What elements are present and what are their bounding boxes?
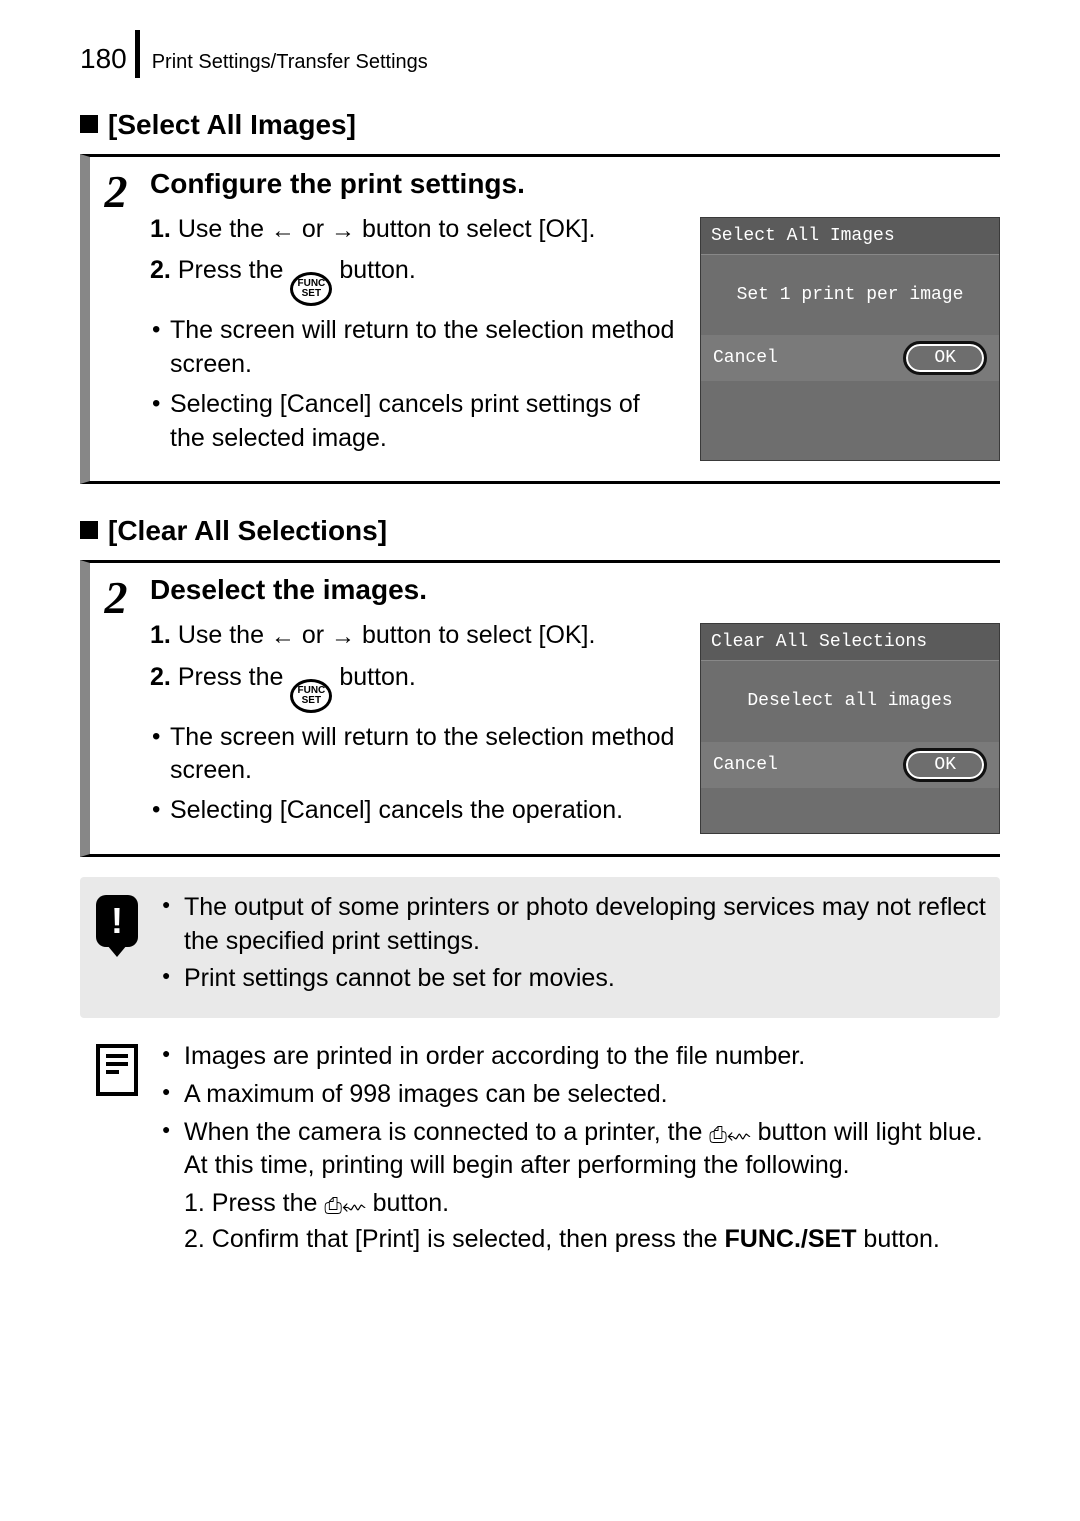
info-icon <box>92 1040 142 1261</box>
section-heading-clear-all: [Clear All Selections] <box>80 512 1000 550</box>
text-fragment: button. <box>366 1189 449 1217</box>
print-transfer-icon: ⎙⇜ <box>324 1195 365 1217</box>
text-fragment: button. <box>332 256 415 284</box>
func-set-button-icon: FUNCSET <box>290 272 332 306</box>
warning-icon: ! <box>92 891 142 1000</box>
bullet-item: Selecting [Cancel] cancels print setting… <box>150 388 676 456</box>
memo-icon <box>96 1044 138 1096</box>
info-item: Images are printed in order according to… <box>162 1040 988 1074</box>
step-text: 1. Use the ← or → button to select [OK].… <box>150 619 676 834</box>
text-fragment: Use the <box>178 621 271 649</box>
lcd-title: Clear All Selections <box>701 624 999 661</box>
bullet-item: Selecting [Cancel] cancels the operation… <box>150 794 676 828</box>
ordered-item-1: 1. Use the ← or → button to select [OK]. <box>150 619 676 653</box>
right-arrow-icon: → <box>331 215 355 247</box>
sub-item-2: 2. Confirm that [Print] is selected, the… <box>184 1223 988 1257</box>
info-item: A maximum of 998 images can be selected. <box>162 1078 988 1112</box>
func-set-bold: FUNC./SET <box>725 1225 857 1253</box>
warning-note: ! The output of some printers or photo d… <box>80 877 1000 1018</box>
text-fragment: Press the <box>178 663 291 691</box>
step-title: Deselect the images. <box>150 571 1000 609</box>
ordered-item-1: 1. Use the ← or → button to select [OK]. <box>150 213 676 247</box>
warning-item: The output of some printers or photo dev… <box>162 891 988 959</box>
square-bullet-icon <box>80 521 98 539</box>
text-fragment: button. <box>856 1225 939 1253</box>
lcd-ok-button: OK <box>903 748 987 782</box>
text-fragment: Press the <box>178 256 291 284</box>
text-fragment: or <box>295 621 331 649</box>
item-number: 2. <box>150 256 171 284</box>
func-set-button-icon: FUNCSET <box>290 679 332 713</box>
step-number: 2 <box>94 571 138 834</box>
lcd-ok-button: OK <box>903 341 987 375</box>
item-number: 1. <box>150 621 171 649</box>
text-fragment: 1. Press the <box>184 1189 324 1217</box>
ordered-item-2: 2. Press the FUNCSET button. <box>150 254 676 306</box>
header-title: Print Settings/Transfer Settings <box>152 49 428 78</box>
section-heading-select-all: [Select All Images] <box>80 106 1000 144</box>
left-arrow-icon: ← <box>271 621 295 653</box>
ordered-item-2: 2. Press the FUNCSET button. <box>150 661 676 713</box>
lcd-screenshot-select-all: Select All Images Set 1 print per image … <box>700 217 1000 462</box>
lcd-screenshot-clear-all: Clear All Selections Deselect all images… <box>700 623 1000 834</box>
text-fragment: button. <box>332 663 415 691</box>
text-fragment: or <box>295 215 331 243</box>
step-block-1: 2 Configure the print settings. 1. Use t… <box>80 154 1000 485</box>
item-number: 2. <box>150 663 171 691</box>
page-header: 180 Print Settings/Transfer Settings <box>80 30 1000 78</box>
func-label-bottom: SET <box>302 289 321 299</box>
section1-heading-text: [Select All Images] <box>108 109 356 140</box>
step-block-2: 2 Deselect the images. 1. Use the ← or →… <box>80 560 1000 857</box>
page-number-box: 180 <box>80 30 140 78</box>
lcd-footer: Cancel OK <box>701 335 999 381</box>
text-fragment: button to select [OK]. <box>355 621 595 649</box>
lcd-footer: Cancel OK <box>701 742 999 788</box>
sub-item-1: 1. Press the ⎙⇜ button. <box>184 1187 988 1221</box>
page-number: 180 <box>80 40 127 78</box>
exclamation-icon: ! <box>96 895 138 947</box>
lcd-title: Select All Images <box>701 218 999 255</box>
print-transfer-icon: ⎙⇜ <box>709 1124 750 1146</box>
item-number: 1. <box>150 215 171 243</box>
func-label-bottom: SET <box>302 696 321 706</box>
step-text: 1. Use the ← or → button to select [OK].… <box>150 213 676 462</box>
square-bullet-icon <box>80 115 98 133</box>
text-fragment: When the camera is connected to a printe… <box>184 1118 709 1146</box>
info-item: When the camera is connected to a printe… <box>162 1116 988 1257</box>
step-number: 2 <box>94 165 138 462</box>
lcd-cancel-label: Cancel <box>713 753 778 777</box>
text-fragment: 2. Confirm that [Print] is selected, the… <box>184 1225 725 1253</box>
lcd-cancel-label: Cancel <box>713 346 778 370</box>
section2-heading-text: [Clear All Selections] <box>108 515 387 546</box>
info-note: Images are printed in order according to… <box>80 1026 1000 1279</box>
lcd-body: Set 1 print per image <box>701 255 999 335</box>
text-fragment: button to select [OK]. <box>355 215 595 243</box>
text-fragment: Use the <box>178 215 271 243</box>
lcd-body: Deselect all images <box>701 661 999 741</box>
step-title: Configure the print settings. <box>150 165 1000 203</box>
bullet-item: The screen will return to the selection … <box>150 314 676 382</box>
warning-item: Print settings cannot be set for movies. <box>162 962 988 996</box>
left-arrow-icon: ← <box>271 215 295 247</box>
right-arrow-icon: → <box>331 621 355 653</box>
bullet-item: The screen will return to the selection … <box>150 721 676 789</box>
